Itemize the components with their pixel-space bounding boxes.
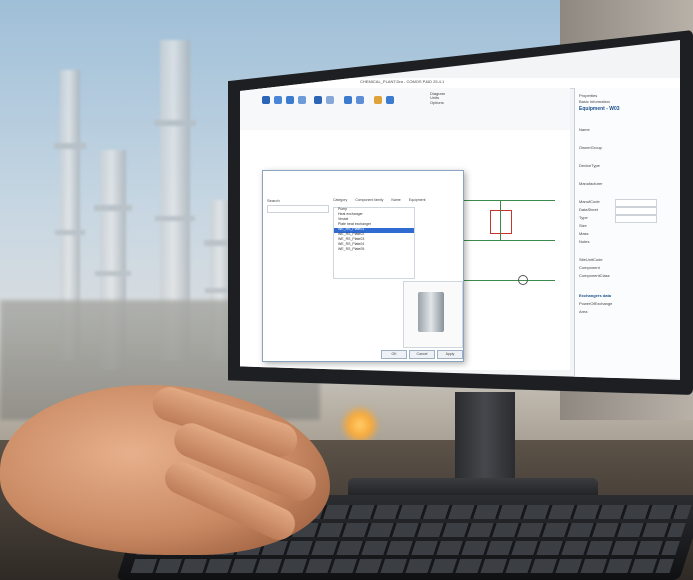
monitor-stand (455, 392, 515, 484)
prop-label: Manufacturer (579, 181, 603, 186)
column-headers: Category Component family Name Equipment (333, 198, 461, 203)
pump-symbol[interactable] (518, 275, 528, 285)
col-header: Name (391, 198, 401, 202)
prop-field[interactable] (615, 215, 657, 223)
properties-section: Exchangers data (579, 293, 612, 298)
prop-field[interactable] (615, 207, 657, 215)
ribbon-toolbar: Diagram Units Options (240, 88, 570, 131)
plate-heat-exchanger-image (418, 292, 444, 332)
col-header: Category (333, 198, 348, 202)
prop-label: Component (579, 265, 600, 270)
ok-button[interactable]: OK (381, 350, 407, 359)
properties-panel: Properties Basic Information Equipment -… (574, 88, 680, 378)
prop-label: DeviceType (579, 163, 600, 168)
component-tree[interactable]: Pump Heat exchanger Vessel Plate heat ex… (333, 207, 415, 279)
prop-label: Notes (579, 239, 590, 244)
tree-item[interactable]: WE_RS_Plate05 (334, 247, 414, 253)
prop-label: ManufCode (579, 199, 600, 204)
window-title: CHEMICAL_PLANT.Dra - COMOS P&ID 25.4.1 (360, 79, 445, 84)
prop-label: Size (579, 223, 587, 228)
pipe-line (455, 240, 555, 241)
prop-label: DataSheet (579, 207, 598, 212)
properties-subheader: Basic Information (579, 99, 610, 104)
cancel-button[interactable]: Cancel (409, 350, 435, 359)
ribbon-field-group: Diagram Units Options (430, 91, 550, 105)
col-header: Component family (355, 198, 384, 202)
prop-label: Mass (579, 231, 589, 236)
prop-field[interactable] (615, 199, 657, 207)
tool-icon[interactable] (286, 96, 294, 104)
search-label: Search (267, 198, 280, 203)
tool-icon[interactable] (298, 96, 306, 104)
prop-label: Type (579, 215, 588, 220)
pipe-line (455, 200, 555, 201)
monitor-screen: CHEMICAL_PLANT.Dra - COMOS P&ID 25.4.1 D… (240, 40, 680, 380)
flare-glow (340, 405, 380, 445)
tool-icon[interactable] (386, 96, 394, 104)
heat-exchanger-symbol[interactable] (490, 210, 512, 234)
prop-label: OwnerGroup (579, 145, 602, 150)
tool-icon[interactable] (262, 96, 270, 104)
tool-icon[interactable] (314, 96, 322, 104)
properties-title: Equipment - W03 (579, 106, 620, 112)
properties-header: Properties (579, 93, 598, 98)
col-header: Equipment (408, 198, 426, 202)
apply-button[interactable]: Apply (437, 350, 463, 359)
component-dialog: Search Category Component family Name Eq… (262, 170, 464, 362)
tool-icon[interactable] (274, 96, 282, 104)
prop-label: SiteUnitCode (579, 257, 603, 262)
key-row (130, 559, 675, 573)
tool-icon[interactable] (326, 96, 334, 104)
tool-icon[interactable] (356, 96, 364, 104)
equipment-preview (403, 281, 463, 348)
prop-label: ComponentClass (579, 273, 610, 278)
tool-icon[interactable] (344, 96, 352, 104)
pipe-line (455, 280, 555, 281)
search-input[interactable] (267, 205, 329, 213)
prop-label: PowerOfExchange (579, 301, 613, 306)
prop-label: Area (579, 309, 588, 314)
prop-label: Name (579, 127, 590, 132)
tool-icon[interactable] (374, 96, 382, 104)
ribbon-field-label: Options (430, 99, 444, 105)
